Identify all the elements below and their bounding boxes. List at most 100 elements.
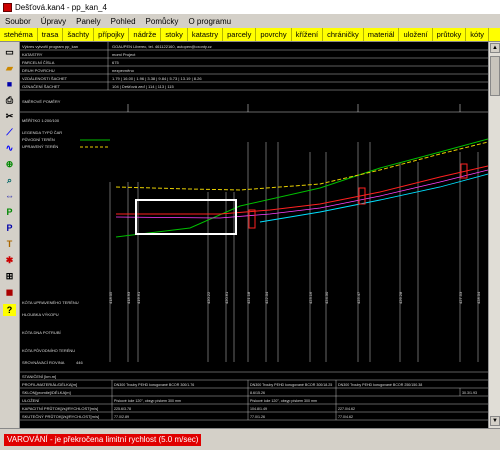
tab-katastry[interactable]: katastry	[188, 28, 224, 41]
bottom-row-label: SKUTEČNÝ PRŮTOK[l/s]/RYCHLOST[m/s]	[22, 414, 99, 419]
profile-p2-icon[interactable]: P	[3, 222, 16, 234]
tab-nadrze[interactable]: nádrže	[129, 28, 162, 41]
dimension-value: 420.61	[224, 291, 229, 304]
bottom-cell: 227.0/4.62	[338, 407, 355, 411]
srovnavaci-label: SROVNÁVACÍ ROVINA	[22, 360, 65, 365]
direction-markers	[20, 104, 488, 113]
bottom-cell: 225.6/3.78	[114, 407, 131, 411]
save-icon[interactable]: ■	[3, 78, 16, 90]
dimension-value: 418.93	[126, 291, 131, 304]
menu-panely[interactable]: Panely	[71, 17, 105, 26]
legenda-label: LEGENDA TYPŮ ČAR	[22, 130, 62, 135]
bottom-cell: 8.6/15.26	[250, 391, 265, 395]
bottom-cell: 77.0/4.62	[338, 415, 353, 419]
bottom-row-label: PROFIL/MATERIÁL/DÉLKA[m]	[22, 382, 77, 387]
header-row-value: moml Project	[112, 52, 136, 57]
modified-terrain-line	[115, 141, 488, 191]
bottom-cell: DN300 Trouby PEHD korugované BCOR 300/18…	[250, 383, 332, 387]
cut-icon[interactable]: ✂	[3, 110, 16, 122]
app-icon	[3, 2, 12, 12]
kota-puvodniho-label: KÓTA PŮVODNÍHO TERÉNU	[22, 348, 75, 353]
bottom-row-label: ULOŽENÍ	[22, 398, 40, 403]
hloubka-label: HLOUBKA VÝKOPU	[22, 312, 59, 317]
meritko-label: MĚŘÍTKO 1:200/100	[22, 118, 60, 123]
bottom-cell: 104.8/1.49	[250, 407, 267, 411]
bottom-row-label: STANIČENÍ [km.m]	[22, 374, 56, 379]
scroll-down-icon[interactable]: ▼	[490, 416, 500, 426]
bottom-cell: Pískové lože 120°, obsyp pískem 300 mm	[250, 399, 317, 403]
left-toolbar: ▭ ▰ ■ ⎙ ✂ ⟋ ∿ ⊕ ⌕ ⇔ P P T ✱ ⊞ ◼ ?	[0, 42, 20, 428]
bottom-cell: 30.3/1.93	[462, 391, 477, 395]
open-folder-icon[interactable]: ▰	[3, 62, 16, 74]
smerove-pomery-label: SMĚROVÉ POMĚRY	[22, 99, 61, 104]
manhole-104	[248, 209, 256, 229]
dimension-value: 424.30	[324, 291, 329, 304]
dimension-value: 426.28	[398, 291, 403, 304]
kota-dna-label: KÓTA DNA POTRUBÍ	[22, 330, 61, 335]
menu-soubor[interactable]: Soubor	[0, 17, 36, 26]
station-lines	[109, 142, 479, 362]
bottom-cell: Pískové lože 120°, obsyp pískem 300 mm	[114, 399, 181, 403]
drawing-canvas[interactable]: Výkres vytvořil program pp_kan GOAUPEN L…	[20, 42, 488, 428]
menu-bar: Soubor Úpravy Panely Pohled Pomůcky O pr…	[0, 14, 500, 28]
zoom-icon[interactable]: ⊕	[3, 158, 16, 170]
original-terrain-line	[115, 138, 488, 238]
header-row-label: DRUH POVRCHU	[22, 68, 55, 73]
dimension-value: 428.04	[476, 291, 481, 304]
draw-line-icon[interactable]: ⟋	[3, 126, 16, 138]
grid-icon[interactable]: ⊞	[3, 270, 16, 282]
pipe-top-line	[116, 165, 488, 215]
bottom-row-label: KAPACITNÍ PRŮTOK[l/s]/RYCHLOST[m/s]	[22, 406, 98, 411]
header-row-label: Výkres vytvořil program pp_kan	[22, 44, 78, 49]
srovnavaci-value: 446	[76, 360, 83, 365]
dimension-values: 418.05 418.93 419.61 420.22 420.61 421.1…	[108, 291, 481, 304]
menu-o-programu[interactable]: O programu	[183, 17, 236, 26]
menu-pohled[interactable]: Pohled	[106, 17, 141, 26]
vertical-scrollbar[interactable]: ▲ ▼	[488, 42, 500, 428]
text-t-icon[interactable]: T	[3, 238, 16, 250]
settings-icon[interactable]: ✱	[3, 254, 16, 266]
dimension-value: 423.16	[308, 291, 313, 304]
tab-parcely[interactable]: parcely	[223, 28, 257, 41]
profile-p-icon[interactable]: P	[3, 206, 16, 218]
tab-pripojky[interactable]: přípojky	[94, 28, 130, 41]
bottom-cell: 77.0/1.26	[250, 415, 265, 419]
tab-ulozeni[interactable]: uložení	[399, 28, 433, 41]
tab-trasa[interactable]: trasa	[38, 28, 64, 41]
bottom-table-grid	[20, 371, 488, 421]
header-row-value: 675	[112, 60, 119, 65]
header-row-label: OZNAČENÍ ŠACHET	[22, 84, 61, 89]
tab-schema[interactable]: stehéma	[0, 28, 38, 41]
tab-prutoky[interactable]: průtoky	[433, 28, 467, 41]
scroll-thumb[interactable]	[490, 56, 500, 96]
tab-chranicky[interactable]: chráničky	[323, 28, 364, 41]
help-icon[interactable]: ?	[3, 304, 16, 316]
bottom-cell: DN300 Trouby PEHD korugované BCOR 300/1.…	[114, 383, 194, 387]
draw-curve-icon[interactable]: ∿	[3, 142, 16, 154]
move-icon[interactable]: ⇔	[3, 190, 16, 202]
tab-koty[interactable]: kóty	[466, 28, 490, 41]
velocity-warning: VAROVÁNÍ - je překročena limitní rychlos…	[4, 434, 202, 446]
magnifier-icon[interactable]: ⌕	[3, 174, 16, 186]
print-icon[interactable]: ⎙	[3, 94, 16, 106]
tab-material[interactable]: materiál	[364, 28, 400, 41]
tab-sachty[interactable]: šachty	[63, 28, 95, 41]
dimension-value: 418.05	[108, 291, 113, 304]
new-file-icon[interactable]: ▭	[3, 46, 16, 58]
scroll-up-icon[interactable]: ▲	[490, 43, 500, 53]
header-row-value: GOAUPEN Liberec, tel. 461122160, autopen…	[112, 44, 212, 49]
status-bar: VAROVÁNÍ - je překročena limitní rychlos…	[0, 428, 500, 450]
menu-upravy[interactable]: Úpravy	[36, 17, 71, 26]
dimension-value: 419.61	[136, 291, 141, 304]
header-row-label: PARCELNÍ ČÍSLA	[22, 60, 55, 65]
header-row-value: 1.79 | 16.00 | 1.96 | 3.38 | 9.84 | 5.73…	[112, 76, 202, 81]
tab-povrchy[interactable]: povrchy	[256, 28, 292, 41]
app-window: Dešťová.kan4 - pp_kan_4 Soubor Úpravy Pa…	[0, 0, 500, 450]
header-row-value: nezpevněno	[112, 68, 135, 73]
tab-stoky[interactable]: stoky	[161, 28, 188, 41]
menu-pomucky[interactable]: Pomůcky	[141, 17, 184, 26]
bottom-row-label: SKLON[promile]/DÉLKA[m]	[22, 390, 71, 395]
header-row-value: 104 | Dešťová zeď | 114 | 113 | 115	[112, 84, 174, 89]
export-icon[interactable]: ◼	[3, 286, 16, 298]
tab-krizeni[interactable]: křížení	[292, 28, 324, 41]
